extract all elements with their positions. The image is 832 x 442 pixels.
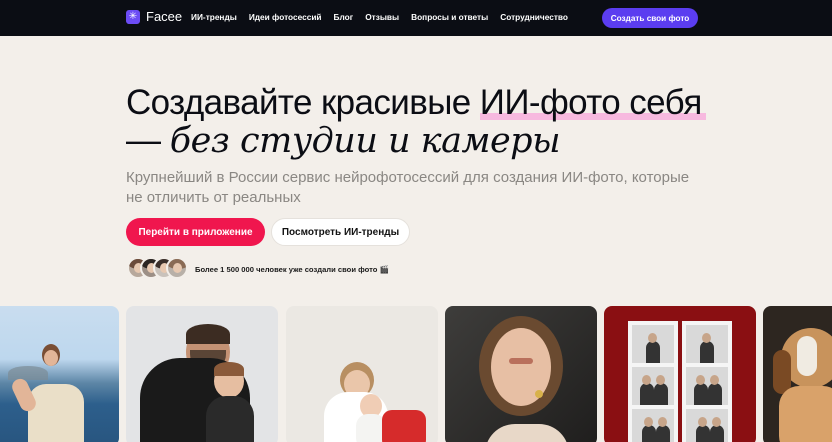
sparkle-logo-icon: ✳ xyxy=(126,9,140,24)
gallery-photo-photobooth-strips[interactable] xyxy=(604,306,756,442)
create-photos-button[interactable]: Создать свои фото xyxy=(602,8,698,28)
hero-title-line2: — без студии и камеры xyxy=(126,121,561,161)
social-proof-text: Более 1 500 000 человек уже создали свои… xyxy=(195,265,389,274)
nav-link-faq[interactable]: Вопросы и ответы xyxy=(411,12,488,22)
avatar xyxy=(166,257,188,279)
gallery-photo-father-son[interactable] xyxy=(126,306,278,442)
view-ai-trends-button[interactable]: Посмотреть ИИ-тренды xyxy=(271,218,410,246)
gallery-photo-mother-baby[interactable] xyxy=(286,306,438,442)
hero-subtitle: Крупнейший в России сервис нейрофотосесс… xyxy=(126,169,690,206)
nav-link-reviews[interactable]: Отзывы xyxy=(365,12,399,22)
go-to-app-button[interactable]: Перейти в приложение xyxy=(126,218,265,246)
nav-link-partnership[interactable]: Сотрудничество xyxy=(500,12,568,22)
gallery-photo-dog[interactable] xyxy=(763,306,832,442)
hero-title-highlight: ИИ-фото себя xyxy=(479,83,706,122)
hero-title-dash: — xyxy=(126,121,170,160)
nav-links: ИИ-тренды Идеи фотосессий Блог Отзывы Во… xyxy=(191,12,568,22)
hero-title-line1: Создавайте красивые ИИ-фото себя xyxy=(126,83,706,123)
gallery-photo-portrait-woman[interactable] xyxy=(445,306,597,442)
top-navbar: ✳ Facee ИИ-тренды Идеи фотосессий Блог О… xyxy=(0,0,832,36)
gallery-photo-seaside-woman[interactable] xyxy=(0,306,119,442)
nav-link-ai-trends[interactable]: ИИ-тренды xyxy=(191,12,237,22)
logo-text: Facee xyxy=(146,9,183,24)
brand-logo[interactable]: ✳ Facee xyxy=(126,9,182,24)
hero-title-italic: без студии и камеры xyxy=(169,121,561,161)
hero-title-part1: Создавайте красивые xyxy=(126,83,480,122)
user-avatars xyxy=(127,257,188,281)
nav-link-photoshoot-ideas[interactable]: Идеи фотосессий xyxy=(249,12,322,22)
nav-link-blog[interactable]: Блог xyxy=(334,12,354,22)
